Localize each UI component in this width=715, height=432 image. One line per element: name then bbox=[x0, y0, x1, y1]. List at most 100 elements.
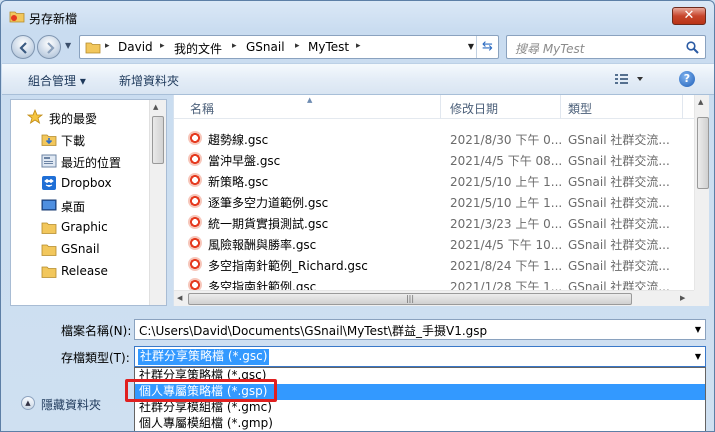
file-name: 新策略.gsc bbox=[208, 175, 269, 189]
nav-pane-scrollbar[interactable]: ▲ bbox=[149, 100, 166, 305]
dropbox-icon bbox=[42, 176, 56, 190]
file-row[interactable]: 新策略.gsc 2021/5/10 上午 1... GSnail 社群交流... bbox=[174, 170, 694, 191]
nav-item-gsnail[interactable]: GSnail bbox=[11, 238, 151, 260]
navigation-pane: 我的最愛 下載 最近的位置 Dropbox 桌面 Graphic GSnail bbox=[10, 99, 167, 306]
scrollbar-thumb[interactable]: ||| bbox=[188, 293, 632, 305]
breadcrumb-documents[interactable]: 我的文件 bbox=[174, 40, 222, 57]
file-row[interactable]: 當沖早盤.gsc 2021/4/5 下午 08... GSnail 社群交流..… bbox=[174, 149, 694, 170]
arrow-right-icon bbox=[47, 42, 55, 54]
filetype-select[interactable]: 社群分享策略檔 (*.gsc) ▼ bbox=[134, 346, 706, 367]
breadcrumb-david[interactable]: David bbox=[118, 40, 153, 54]
column-divider[interactable] bbox=[682, 95, 683, 119]
gsc-file-icon bbox=[188, 131, 202, 145]
save-as-dialog: 另存新檔 ✕ ▼ ▸ David ▸ 我的文件 ▸ GSnail ▸ MyTes… bbox=[0, 0, 715, 432]
file-row[interactable]: 統一期貨實損測試.gsc 2021/3/23 上午 0... GSnail 社群… bbox=[174, 212, 694, 233]
scroll-corner bbox=[694, 290, 709, 306]
breadcrumb-separator[interactable]: ▸ bbox=[232, 41, 237, 51]
view-list-icon bbox=[615, 74, 643, 84]
organize-button[interactable]: 組合管理 ▾ bbox=[28, 72, 86, 89]
file-row[interactable]: 多空指南針範例_Richard.gsc 2021/8/24 下午 1... GS… bbox=[174, 254, 694, 275]
nav-item-downloads[interactable]: 下載 bbox=[11, 128, 151, 150]
column-header-name[interactable]: 名稱 bbox=[190, 100, 214, 117]
address-dropdown-icon[interactable]: ▼ bbox=[468, 42, 474, 51]
chevron-down-icon[interactable]: ▼ bbox=[695, 325, 701, 334]
folder-icon bbox=[41, 222, 57, 234]
folder-icon bbox=[41, 244, 57, 256]
file-date: 2021/3/23 上午 0... bbox=[450, 217, 563, 231]
new-folder-button[interactable]: 新增資料夾 bbox=[119, 72, 179, 89]
filename-value: C:\Users\David\Documents\GSnail\MyTest\群… bbox=[139, 324, 488, 338]
breadcrumb-separator[interactable]: ▸ bbox=[356, 41, 361, 51]
file-type: GSnail 社群交流... bbox=[568, 238, 670, 252]
view-options-button[interactable] bbox=[614, 73, 644, 88]
file-name: 逐筆多空力道範例.gsc bbox=[208, 196, 329, 210]
search-icon[interactable] bbox=[686, 41, 699, 54]
breadcrumb-separator[interactable]: ▸ bbox=[160, 41, 165, 51]
scroll-left-icon[interactable]: ◀ bbox=[177, 294, 182, 302]
address-row: ▼ ▸ David ▸ 我的文件 ▸ GSnail ▸ MyTest ▸ ▼ ⇆… bbox=[1, 31, 714, 63]
refresh-icon[interactable]: ⇆ bbox=[476, 36, 498, 58]
hide-folders-label: 隱藏資料夾 bbox=[41, 398, 102, 412]
nav-item-recent-places[interactable]: 最近的位置 bbox=[11, 150, 151, 172]
filename-label: 檔案名稱(N): bbox=[61, 324, 132, 338]
column-divider[interactable] bbox=[560, 95, 561, 119]
filetype-label: 存檔類型(T): bbox=[61, 351, 130, 365]
file-list-vertical-scrollbar[interactable]: ▲ bbox=[694, 95, 709, 290]
filetype-option-gmc[interactable]: 社群分享模組檔 (*.gmc) bbox=[135, 400, 705, 416]
nav-item-dropbox[interactable]: Dropbox bbox=[11, 172, 151, 194]
file-row[interactable]: 風險報酬與勝率.gsc 2021/4/5 下午 10... GSnail 社群交… bbox=[174, 233, 694, 254]
folder-icon bbox=[41, 266, 57, 278]
file-date: 2021/5/10 上午 1... bbox=[450, 175, 563, 189]
breadcrumb-gsnail[interactable]: GSnail bbox=[246, 40, 285, 54]
file-name: 多空指南針範例_Richard.gsc bbox=[208, 259, 368, 273]
close-button[interactable]: ✕ bbox=[672, 7, 706, 25]
file-row[interactable]: 趨勢線.gsc 2021/8/30 下午 0... GSnail 社群交流... bbox=[174, 128, 694, 149]
help-icon[interactable]: ? bbox=[679, 71, 695, 87]
column-header-type[interactable]: 類型 bbox=[568, 100, 592, 117]
file-date: 2021/5/10 上午 1... bbox=[450, 196, 563, 210]
gsc-file-icon bbox=[188, 257, 202, 271]
title-bar[interactable]: 另存新檔 ✕ bbox=[1, 1, 714, 31]
file-name: 趨勢線.gsc bbox=[208, 133, 269, 147]
back-button[interactable] bbox=[11, 35, 35, 59]
file-date: 2021/8/30 下午 0... bbox=[450, 133, 563, 147]
scroll-up-icon[interactable]: ▲ bbox=[698, 98, 703, 106]
gsc-file-icon bbox=[188, 236, 202, 250]
nav-item-label: 最近的位置 bbox=[61, 156, 122, 170]
annotation-highlight-box bbox=[125, 379, 277, 402]
search-box[interactable]: 搜尋 MyTest bbox=[506, 35, 706, 59]
scroll-right-icon[interactable]: ▶ bbox=[680, 294, 685, 302]
file-type: GSnail 社群交流... bbox=[568, 154, 670, 168]
star-icon bbox=[27, 109, 43, 124]
filetype-selected-value: 社群分享策略檔 (*.gsc) bbox=[138, 349, 270, 365]
column-header-date[interactable]: 修改日期 bbox=[450, 100, 498, 117]
nav-item-label: Dropbox bbox=[61, 176, 112, 190]
nav-item-graphic[interactable]: Graphic bbox=[11, 216, 151, 238]
scrollbar-thumb[interactable] bbox=[152, 116, 164, 164]
recent-places-icon bbox=[41, 154, 57, 168]
nav-item-label: GSnail bbox=[61, 242, 100, 256]
nav-item-release[interactable]: Release bbox=[11, 260, 151, 282]
address-bar[interactable]: ▸ David ▸ 我的文件 ▸ GSnail ▸ MyTest ▸ ▼ ⇆ bbox=[79, 35, 499, 59]
file-type: GSnail 社群交流... bbox=[568, 217, 670, 231]
window-title: 另存新檔 bbox=[29, 12, 78, 26]
recent-locations-dropdown-icon[interactable]: ▼ bbox=[65, 41, 75, 53]
folder-icon bbox=[9, 11, 25, 23]
scrollbar-thumb[interactable] bbox=[697, 117, 709, 189]
file-type: GSnail 社群交流... bbox=[568, 259, 670, 273]
breadcrumb-separator[interactable]: ▸ bbox=[295, 41, 300, 51]
breadcrumb-mytest[interactable]: MyTest bbox=[308, 40, 349, 54]
column-divider[interactable] bbox=[440, 95, 441, 119]
scroll-up-icon[interactable]: ▲ bbox=[153, 103, 158, 111]
chevron-down-icon[interactable]: ▼ bbox=[695, 352, 701, 361]
file-type: GSnail 社群交流... bbox=[568, 196, 670, 210]
file-row[interactable]: 逐筆多空力道範例.gsc 2021/5/10 上午 1... GSnail 社群… bbox=[174, 191, 694, 212]
filetype-option-gmp[interactable]: 個人專屬模組檔 (*.gmp) bbox=[135, 416, 705, 431]
file-list-horizontal-scrollbar[interactable]: ◀ ||| ▶ bbox=[174, 290, 694, 306]
forward-button[interactable] bbox=[37, 35, 61, 59]
nav-item-desktop[interactable]: 桌面 bbox=[11, 194, 151, 216]
breadcrumb-separator[interactable]: ▸ bbox=[105, 41, 110, 51]
filename-input[interactable]: C:\Users\David\Documents\GSnail\MyTest\群… bbox=[134, 319, 706, 340]
sort-ascending-icon: ▲ bbox=[307, 96, 313, 104]
nav-item-favorites[interactable]: 我的最愛 bbox=[11, 106, 151, 128]
